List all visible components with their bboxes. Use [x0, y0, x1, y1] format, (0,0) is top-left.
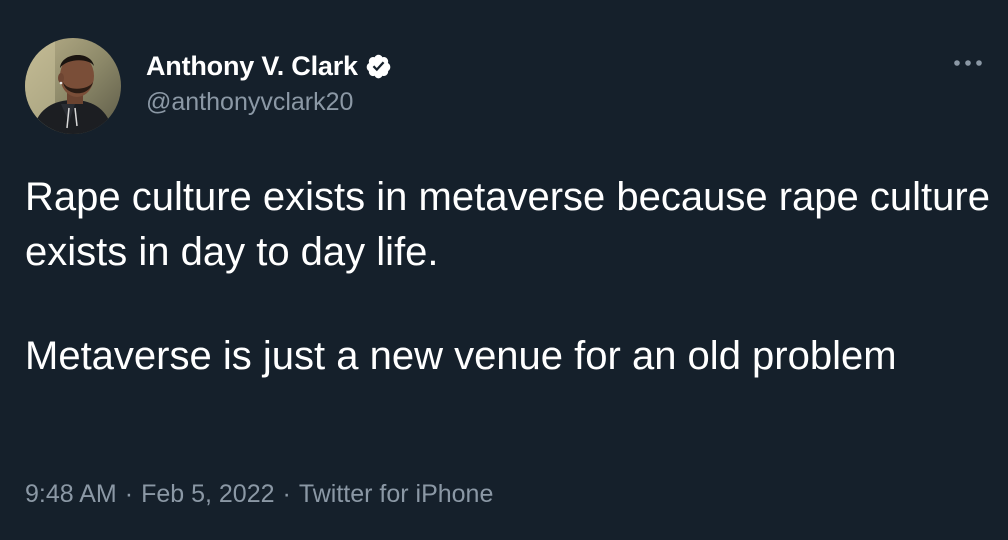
tweet-paragraph: Metaverse is just a new venue for an old…: [25, 334, 897, 378]
more-options-icon[interactable]: [944, 48, 992, 78]
avatar[interactable]: [25, 38, 121, 134]
meta-separator: ·: [282, 480, 291, 508]
tweet-text: Rape culture exists in metaverse because…: [25, 170, 990, 384]
tweet-source[interactable]: Twitter for iPhone: [299, 480, 494, 509]
name-row: Anthony V. Clark: [146, 48, 392, 84]
tweet-date[interactable]: Feb 5, 2022: [141, 480, 274, 509]
tweet-time[interactable]: 9:48 AM: [25, 480, 117, 509]
meta-separator: ·: [124, 480, 134, 508]
tweet-paragraph: Rape culture exists in metaverse because…: [25, 175, 990, 274]
verified-badge-icon: [365, 53, 392, 80]
tweet-card: Anthony V. Clark @anthonyvclark20 Rape c…: [0, 0, 1008, 540]
author-handle[interactable]: @anthonyvclark20: [146, 88, 392, 117]
author-info: Anthony V. Clark @anthonyvclark20: [146, 48, 392, 117]
tweet-metadata: 9:48 AM · Feb 5, 2022 · Twitter for iPho…: [25, 480, 493, 509]
avatar-image: [25, 38, 121, 134]
author-display-name[interactable]: Anthony V. Clark: [146, 51, 358, 82]
